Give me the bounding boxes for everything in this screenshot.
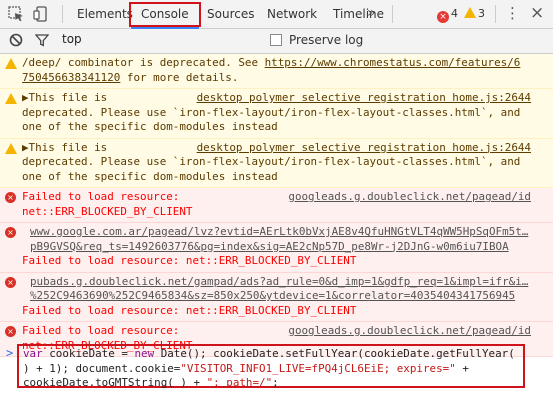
context-selector[interactable]: top: [62, 32, 82, 46]
devtools-tab-bar: Elements Console Sources Network Timelin…: [0, 0, 553, 29]
warning-icon: [464, 7, 476, 18]
tab-sources[interactable]: Sources: [207, 0, 254, 28]
toolbar-divider: [62, 5, 63, 23]
message-text: for more details.: [120, 70, 239, 84]
source-link[interactable]: desktop polymer selective registration h…: [197, 91, 531, 106]
tab-timeline[interactable]: Timeline: [333, 0, 384, 28]
code-text: Date(); cookieDate.setFullYear(cookieDat…: [154, 347, 515, 360]
message-link[interactable]: https://www.chromestatus.com/features/6: [265, 56, 521, 69]
message-text: /deep/ combinator is deprecated. See: [22, 56, 265, 69]
resource-url-link[interactable]: %252C9463690%252C9465834&sz=850x250&ytde…: [30, 289, 515, 302]
code-text: +: [455, 361, 469, 375]
code-string: "VISITOR_INFO1_LIVE=fPQ4jCL6EiE; expires…: [180, 361, 456, 375]
toolbar-divider: [495, 5, 496, 23]
error-icon: ×: [5, 326, 16, 337]
message-text: Failed to load resource: net::ERR_BLOCKE…: [22, 303, 357, 317]
message-text: net::ERR_BLOCKED_BY_CLIENT: [22, 204, 193, 218]
console-warning-message: /deep/ combinator is deprecated. See htt…: [0, 54, 553, 89]
prompt-chevron-icon: >: [6, 346, 14, 360]
resource-url-link[interactable]: pubads.g.doubleclick.net/gampad/ads?ad_r…: [30, 275, 528, 288]
filter-icon[interactable]: [35, 33, 49, 47]
message-text: one of the specific dom-modules instead: [22, 169, 278, 183]
resource-url-link[interactable]: pB9GVSQ&req_ts=1492603776&pg=index&sig=A…: [30, 240, 509, 253]
message-text: Failed to load resource:: [22, 190, 180, 203]
message-text: Failed to load resource: net::ERR_BLOCKE…: [22, 254, 357, 267]
tab-network[interactable]: Network: [267, 0, 317, 28]
tab-console[interactable]: Console: [129, 2, 201, 29]
device-toolbar-icon[interactable]: [33, 6, 49, 22]
code-text: ;: [272, 376, 279, 389]
preserve-log-checkbox[interactable]: [270, 34, 282, 46]
expand-toggle-text[interactable]: ▶This file is: [22, 141, 107, 154]
console-warning-message: ▶This file is desktop polymer selective r…: [0, 89, 553, 139]
error-icon: ×: [5, 192, 16, 203]
error-count-badge[interactable]: × 4: [437, 6, 458, 23]
warning-icon: [5, 58, 17, 69]
source-link[interactable]: googleads.g.doubleclick.net/pagead/id: [288, 190, 531, 205]
console-input[interactable]: var cookieDate = new Date(); cookieDate.…: [17, 344, 525, 389]
error-icon: ×: [437, 11, 449, 23]
code-text: cookieDate.toGMTString( ) +: [23, 376, 207, 389]
tab-elements[interactable]: Elements: [77, 0, 133, 28]
resource-url-link[interactable]: www.google.com.ar/pagead/lvz?evtid=AErLt…: [30, 225, 528, 238]
warning-count: 3: [478, 7, 485, 20]
error-icon: ×: [5, 227, 16, 238]
warning-icon: [5, 142, 17, 154]
code-string: "; path=/": [206, 376, 273, 389]
console-error-message: × pubads.g.doubleclick.net/gampad/ads?ad…: [0, 272, 553, 322]
message-text: Failed to load resource:: [22, 324, 180, 337]
message-text: one of the specific dom-modules instead: [22, 120, 278, 133]
console-warning-message: ▶This file is desktop polymer selective r…: [0, 138, 553, 188]
source-link[interactable]: googleads.g.doubleclick.net/pagead/id: [288, 324, 531, 339]
kebab-menu-icon[interactable]: ⋮: [505, 0, 520, 27]
console-error-message: × Failed to load resource: googleads.g.do…: [0, 188, 553, 223]
select-element-icon[interactable]: [8, 6, 24, 22]
console-messages: /deep/ combinator is deprecated. See htt…: [0, 54, 553, 408]
clear-console-icon[interactable]: [9, 33, 23, 47]
code-keyword: new: [134, 347, 155, 360]
code-text: cookieDate =: [42, 347, 135, 360]
console-filter-bar: top Preserve log: [0, 29, 553, 54]
code-text: ) + 1); document.cookie=: [23, 361, 181, 375]
message-text: deprecated. Please use `iron-flex-layout…: [22, 105, 521, 119]
preserve-log-label: Preserve log: [289, 33, 364, 47]
warning-icon: [5, 93, 17, 104]
message-link[interactable]: 750456638341120: [22, 71, 120, 84]
more-tabs-chevron-icon[interactable]: »: [367, 0, 376, 27]
toolbar-divider: [392, 5, 393, 23]
error-count: 4: [451, 7, 458, 20]
message-text: deprecated. Please use `iron-flex-layout…: [22, 155, 521, 168]
expand-toggle-text[interactable]: ▶This file is: [22, 91, 107, 104]
error-icon: ×: [5, 276, 16, 288]
warning-count-badge[interactable]: 3: [464, 6, 485, 22]
close-icon[interactable]: ×: [530, 0, 544, 27]
source-link[interactable]: desktop polymer selective registration h…: [197, 141, 531, 156]
code-keyword: var: [23, 347, 43, 360]
console-error-message: × www.google.com.ar/pagead/lvz?evtid=AEr…: [0, 223, 553, 273]
